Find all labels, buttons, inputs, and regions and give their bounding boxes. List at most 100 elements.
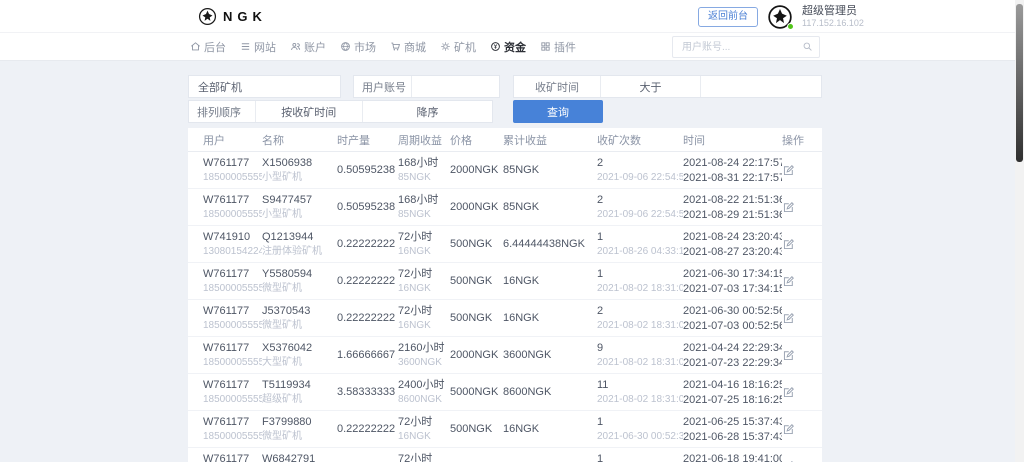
order-field-select[interactable]: 按收矿时间 xyxy=(256,101,363,122)
cell-name: S9477457 xyxy=(262,194,313,206)
cell-count-time: 2021-06-30 00:52:36 xyxy=(597,431,683,442)
cell-phone: 18500005555 xyxy=(203,172,262,183)
cell-name: F3799880 xyxy=(262,416,312,428)
cell-period-income: 16NGK xyxy=(398,320,431,331)
scrollbar-track[interactable] xyxy=(1015,0,1024,462)
nav-item-funds[interactable]: 资金 xyxy=(490,39,526,55)
cell-period-income: 16NGK xyxy=(398,283,431,294)
table-row: W761177 18500005555 F3799880 微型矿机 0.2222… xyxy=(188,411,822,448)
cell-type: 微型矿机 xyxy=(262,431,302,442)
cell-hourly: 0.22222222 xyxy=(337,311,396,324)
account-filter-group: 用户账号 xyxy=(353,75,500,98)
cell-type: 小型矿机 xyxy=(262,209,302,220)
miner-table: 用户 名称 时产量 周期收益 价格 累计收益 收矿次数 时间 操作 W76117… xyxy=(188,128,822,462)
cell-count-time: 2021-08-02 18:31:09 xyxy=(597,320,683,331)
edit-icon[interactable] xyxy=(782,349,795,362)
compare-value: 大于 xyxy=(639,81,662,94)
time-filter-input[interactable] xyxy=(701,76,821,97)
miner-type-value: 全部矿机 xyxy=(198,81,242,94)
edit-icon[interactable] xyxy=(782,164,795,177)
admin-avatar[interactable] xyxy=(767,3,794,30)
cell-start-time: 2021-08-22 21:51:36 xyxy=(683,194,782,206)
cell-user: W741910 xyxy=(203,231,251,243)
cell-phone: 18500005555 xyxy=(203,283,262,294)
cell-count: 1 xyxy=(597,416,604,428)
nav-item-plugin[interactable]: 插件 xyxy=(540,39,576,55)
table-body: W761177 18500005555 X1506938 小型矿机 0.5059… xyxy=(188,152,822,462)
cell-count: 2 xyxy=(597,157,604,169)
cell-hourly: 1.66666667 xyxy=(337,348,396,361)
search-icon[interactable] xyxy=(802,41,813,52)
cell-type: 超级矿机 xyxy=(262,394,302,405)
main-nav: 后台 网站 账户 市场 商城 矿机 资金 插件 xyxy=(190,33,576,60)
cell-type: 注册体验矿机 xyxy=(262,246,322,257)
account-filter-input[interactable] xyxy=(412,76,499,97)
nav-item-home[interactable]: 后台 xyxy=(190,39,226,55)
cell-type: 小型矿机 xyxy=(262,172,302,183)
nav-item-mall[interactable]: 商城 xyxy=(390,39,426,55)
cell-hourly: 3.58333333 xyxy=(337,385,396,398)
col-header-price: 价格 xyxy=(450,134,472,147)
cell-period-income: 16NGK xyxy=(398,431,431,442)
cell-phone: 18500005555 xyxy=(203,394,262,405)
admin-ip: 117.152.16.102 xyxy=(802,17,864,28)
query-button[interactable]: 查询 xyxy=(513,100,603,123)
cell-price: 500NGK xyxy=(450,311,493,324)
miner-type-select[interactable]: 全部矿机 xyxy=(188,75,341,98)
cell-start-time: 2021-04-16 18:16:25 xyxy=(683,379,782,391)
cell-hourly: 0.22222222 xyxy=(337,422,396,435)
cell-count-time: 2021-08-26 04:33:10 xyxy=(597,246,683,257)
cell-start-time: 2021-04-24 22:29:34 xyxy=(683,342,782,354)
edit-icon[interactable] xyxy=(782,423,795,436)
online-status-dot xyxy=(787,22,794,30)
edit-icon[interactable] xyxy=(782,275,795,288)
cell-end-time: 2021-07-03 00:52:56 xyxy=(683,320,782,332)
cell-start-time: 2021-08-24 23:20:43 xyxy=(683,231,782,243)
cell-hourly: 0.22222222 xyxy=(337,274,396,287)
cell-count: 2 xyxy=(597,305,604,317)
cell-phone: 18500005555 xyxy=(203,209,262,220)
home-icon xyxy=(190,41,201,52)
cell-user: W761177 xyxy=(203,416,250,428)
cell-period: 72小时 xyxy=(398,453,433,462)
cell-name: J5370543 xyxy=(262,305,311,317)
account-filter-label: 用户账号 xyxy=(354,76,412,97)
table-row: W761177 18500005555 J5370543 微型矿机 0.2222… xyxy=(188,300,822,337)
time-filter-label: 收矿时间 xyxy=(514,76,601,97)
cell-count: 2 xyxy=(597,194,604,206)
cell-phone: 18500005555 xyxy=(203,357,262,368)
nav-search xyxy=(672,36,820,58)
edit-icon[interactable] xyxy=(782,201,795,214)
nav-item-account[interactable]: 账户 xyxy=(290,39,326,55)
nav-item-site[interactable]: 网站 xyxy=(240,39,276,55)
edit-icon[interactable] xyxy=(782,312,795,325)
cell-hourly: 0.50595238 xyxy=(337,200,396,213)
cell-name: X1506938 xyxy=(262,157,313,169)
table-row: W761177 18500005555 X1506938 小型矿机 0.5059… xyxy=(188,152,822,189)
nav-item-market[interactable]: 市场 xyxy=(340,39,376,55)
table-header: 用户 名称 时产量 周期收益 价格 累计收益 收矿次数 时间 操作 xyxy=(188,128,822,152)
navbar: 后台 网站 账户 市场 商城 矿机 资金 插件 xyxy=(0,33,1024,61)
order-direction-select[interactable]: 降序 xyxy=(363,101,492,122)
nav-item-miner[interactable]: 矿机 xyxy=(440,39,476,55)
edit-icon[interactable] xyxy=(782,386,795,399)
cell-phone: 13080154224 xyxy=(203,246,262,257)
cell-period: 72小时 xyxy=(398,305,433,317)
cell-end-time: 2021-06-28 15:37:43 xyxy=(683,431,782,443)
table-row: W761177 18500005555 X5376042 大型矿机 1.6666… xyxy=(188,337,822,374)
back-to-frontend-button[interactable]: 返回前台 xyxy=(698,6,758,27)
brand-logo[interactable]: NGK xyxy=(198,0,267,33)
user-account-search-input[interactable] xyxy=(672,36,820,58)
cell-type: 大型矿机 xyxy=(262,357,302,368)
cell-name: Y5580594 xyxy=(262,268,313,280)
scrollbar-thumb[interactable] xyxy=(1016,4,1023,162)
cell-phone: 18500005555 xyxy=(203,320,262,331)
compare-select[interactable]: 大于 xyxy=(601,76,701,97)
market-icon xyxy=(340,41,351,52)
table-row: W741910 13080154224 Q1213944 注册体验矿机 0.22… xyxy=(188,226,822,263)
col-header-user: 用户 xyxy=(203,134,225,147)
cell-count-time: 2021-09-06 22:54:55 xyxy=(597,209,683,220)
cell-type: 微型矿机 xyxy=(262,283,302,294)
cell-price: 5000NGK xyxy=(450,385,499,398)
edit-icon[interactable] xyxy=(782,238,795,251)
